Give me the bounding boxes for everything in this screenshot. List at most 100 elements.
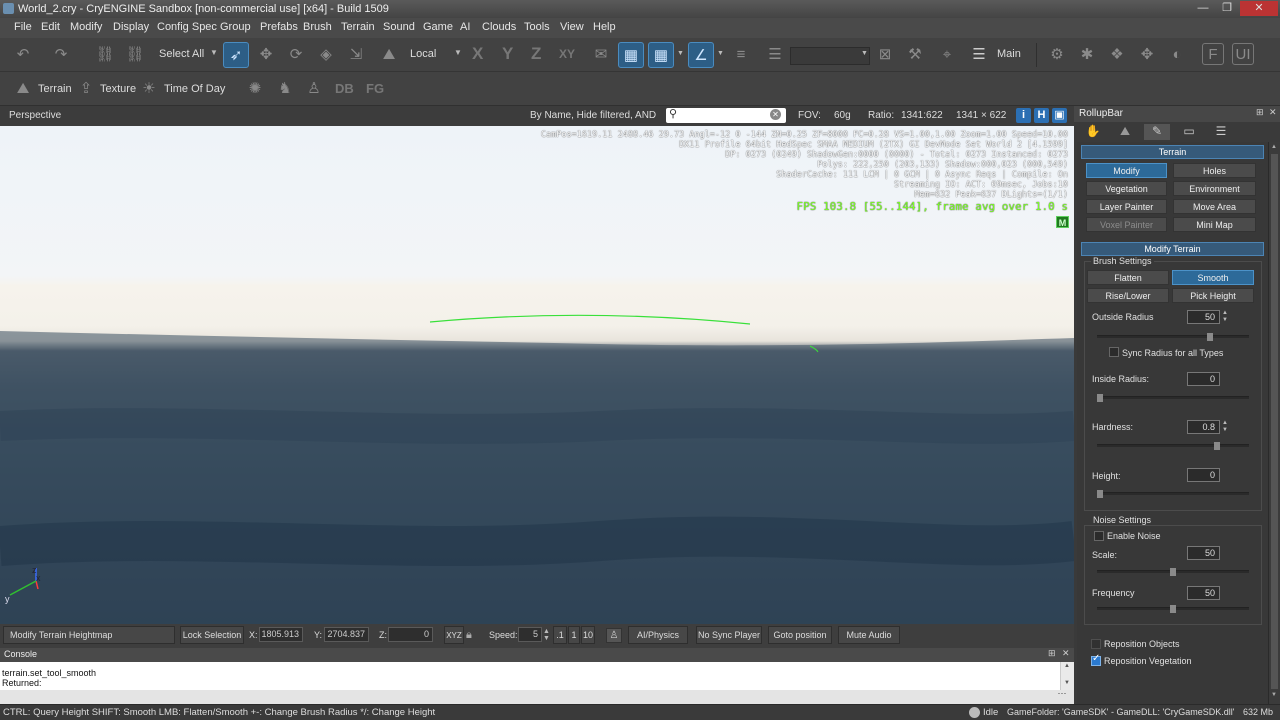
smooth-button[interactable]: Smooth <box>1172 270 1254 285</box>
hardness-slider[interactable] <box>1097 442 1249 450</box>
flowgraph-icon[interactable]: ❖ <box>1106 43 1128 65</box>
slider-thumb[interactable] <box>1097 394 1103 402</box>
reposition-objects-checkbox[interactable] <box>1091 639 1101 649</box>
modify-terrain-section-header[interactable]: Modify Terrain <box>1081 242 1264 256</box>
outside-radius-input[interactable]: 50 <box>1187 310 1220 324</box>
slider-thumb[interactable] <box>1170 605 1176 613</box>
terrain-icon[interactable]: ⛰ <box>12 77 34 99</box>
snap-icon[interactable]: ⇲ <box>345 43 367 65</box>
particles-icon[interactable]: ✺ <box>244 77 266 99</box>
pin-icon[interactable]: ⊞ <box>1256 107 1264 118</box>
slider-thumb[interactable] <box>1170 568 1176 576</box>
height-slider[interactable] <box>1097 490 1249 498</box>
redo-icon[interactable]: ↷ <box>50 43 72 65</box>
scroll-up-icon[interactable]: ▲ <box>1271 144 1277 150</box>
sun-icon[interactable]: ☀ <box>138 77 160 99</box>
slider-thumb[interactable] <box>1097 490 1103 498</box>
hardness-input[interactable]: 0.8 <box>1187 420 1220 434</box>
mute-audio-button[interactable]: Mute Audio <box>838 626 900 644</box>
delete-selection-icon[interactable]: ⊠ <box>874 43 896 65</box>
terrain-section-header[interactable]: Terrain <box>1081 145 1264 159</box>
sync-radius-checkbox[interactable] <box>1109 347 1119 357</box>
maximize-viewport-icon[interactable]: ▣ <box>1052 108 1067 123</box>
holes-button[interactable]: Holes <box>1173 163 1256 178</box>
menu-config-spec[interactable]: Config Spec <box>157 21 217 33</box>
ui-editor-icon[interactable]: UI <box>1232 43 1254 65</box>
layers-icon[interactable]: ☰ <box>968 43 990 65</box>
angle-snap-icon[interactable]: ∠ <box>688 42 714 68</box>
speed-1-button[interactable]: 1 <box>568 626 580 644</box>
xyz-toggle[interactable]: XYZ <box>444 626 464 644</box>
ai-physics-button[interactable]: AI/Physics <box>628 626 688 644</box>
terrain-collision-icon[interactable]: ♙ <box>606 628 622 643</box>
time-of-day-button[interactable]: Time Of Day <box>164 83 225 95</box>
texture-icon[interactable]: ⇪ <box>75 77 97 99</box>
frequency-input[interactable]: 50 <box>1187 586 1220 600</box>
tool-icon[interactable]: ⚒ <box>904 43 926 65</box>
material-icon[interactable]: ◐ <box>1166 43 1188 65</box>
heightmap-button[interactable]: Modify Terrain Heightmap <box>3 626 175 644</box>
terrain-tab-icon[interactable]: ⛰ <box>1112 124 1138 140</box>
vegetation-button[interactable]: Vegetation <box>1086 181 1167 196</box>
select-all-dropdown[interactable]: Select All <box>159 48 204 60</box>
clear-search-icon[interactable]: ✕ <box>770 109 781 120</box>
environment-button[interactable]: Environment <box>1173 181 1256 196</box>
x-coordinate-input[interactable]: 1805.913 <box>259 627 303 642</box>
move-area-button[interactable]: Move Area <box>1173 199 1256 214</box>
objects-tab-icon[interactable]: ✋ <box>1080 124 1106 140</box>
inside-radius-input[interactable]: 0 <box>1187 372 1220 386</box>
axis-xy-icon[interactable]: XY <box>559 47 575 61</box>
spinner-icon[interactable]: ▲ ▼ <box>1222 420 1228 434</box>
move-icon[interactable]: ✥ <box>255 43 277 65</box>
search-input[interactable]: ⚲ ✕ <box>666 108 786 123</box>
scroll-down-icon[interactable]: ▼ <box>1271 692 1277 698</box>
axis-z-icon[interactable]: Z <box>531 44 541 64</box>
axis-y-icon[interactable]: Y <box>502 44 513 64</box>
transform-icon[interactable]: ✥ <box>1136 43 1158 65</box>
rise-lower-button[interactable]: Rise/Lower <box>1087 288 1169 303</box>
layers-tab-icon[interactable]: ☰ <box>1208 124 1234 140</box>
helpers-icon[interactable]: H <box>1034 108 1049 123</box>
flowgraph-fg-icon[interactable]: FG <box>366 81 384 96</box>
fov-value[interactable]: 60g <box>834 110 851 121</box>
display-tab-icon[interactable]: ▭ <box>1176 124 1202 140</box>
scale-icon[interactable]: ◈ <box>315 43 337 65</box>
modify-button[interactable]: Modify <box>1086 163 1167 178</box>
menu-game[interactable]: Game <box>423 21 453 33</box>
rollupbar-scrollbar[interactable]: ▲ ▼ <box>1268 142 1280 704</box>
z-coordinate-input[interactable]: 0 <box>388 627 433 642</box>
align-icon[interactable]: ≡ <box>730 43 752 65</box>
menu-group[interactable]: Group <box>220 21 251 33</box>
menu-edit[interactable]: Edit <box>41 21 60 33</box>
menu-prefabs[interactable]: Prefabs <box>260 21 298 33</box>
menu-terrain[interactable]: Terrain <box>341 21 375 33</box>
terrain-button[interactable]: Terrain <box>38 83 72 95</box>
voxel-painter-button[interactable]: Voxel Painter <box>1086 217 1167 232</box>
speed-input[interactable]: 5 <box>518 627 542 642</box>
chevron-down-icon[interactable]: ▼ <box>677 50 684 57</box>
pick-height-button[interactable]: Pick Height <box>1172 288 1254 303</box>
menu-modify[interactable]: Modify <box>70 21 102 33</box>
coord-space-dropdown[interactable]: Local <box>410 48 436 60</box>
y-coordinate-input[interactable]: 2704.837 <box>324 627 369 642</box>
no-sync-player-button[interactable]: No Sync Player <box>696 626 762 644</box>
undo-icon[interactable]: ↶ <box>12 43 34 65</box>
chevron-down-icon[interactable]: ▼ <box>210 48 218 57</box>
character-icon[interactable]: ♞ <box>274 77 296 99</box>
menu-brush[interactable]: Brush <box>303 21 332 33</box>
camera-icon[interactable]: ⌖ <box>936 43 958 65</box>
texture-button[interactable]: Texture <box>100 83 136 95</box>
height-input[interactable]: 0 <box>1187 468 1220 482</box>
restore-icon[interactable]: ❐ <box>1216 1 1238 16</box>
viewport-name[interactable]: Perspective <box>9 110 61 121</box>
person-icon[interactable]: ♙ <box>303 77 325 99</box>
close-icon[interactable]: ✕ <box>1240 1 1278 16</box>
console-scrollbar[interactable]: ▲ ▼ <box>1060 662 1074 690</box>
lock-selection-button[interactable]: Lock Selection <box>180 626 244 644</box>
inside-radius-slider[interactable] <box>1097 394 1249 402</box>
unlink-icon[interactable]: ⛓ <box>124 43 146 65</box>
console-input[interactable]: ··· <box>0 688 1074 704</box>
terrain-snap-icon[interactable]: ⛰ <box>378 43 400 65</box>
scale-slider[interactable] <box>1097 568 1249 576</box>
menu-help[interactable]: Help <box>593 21 616 33</box>
